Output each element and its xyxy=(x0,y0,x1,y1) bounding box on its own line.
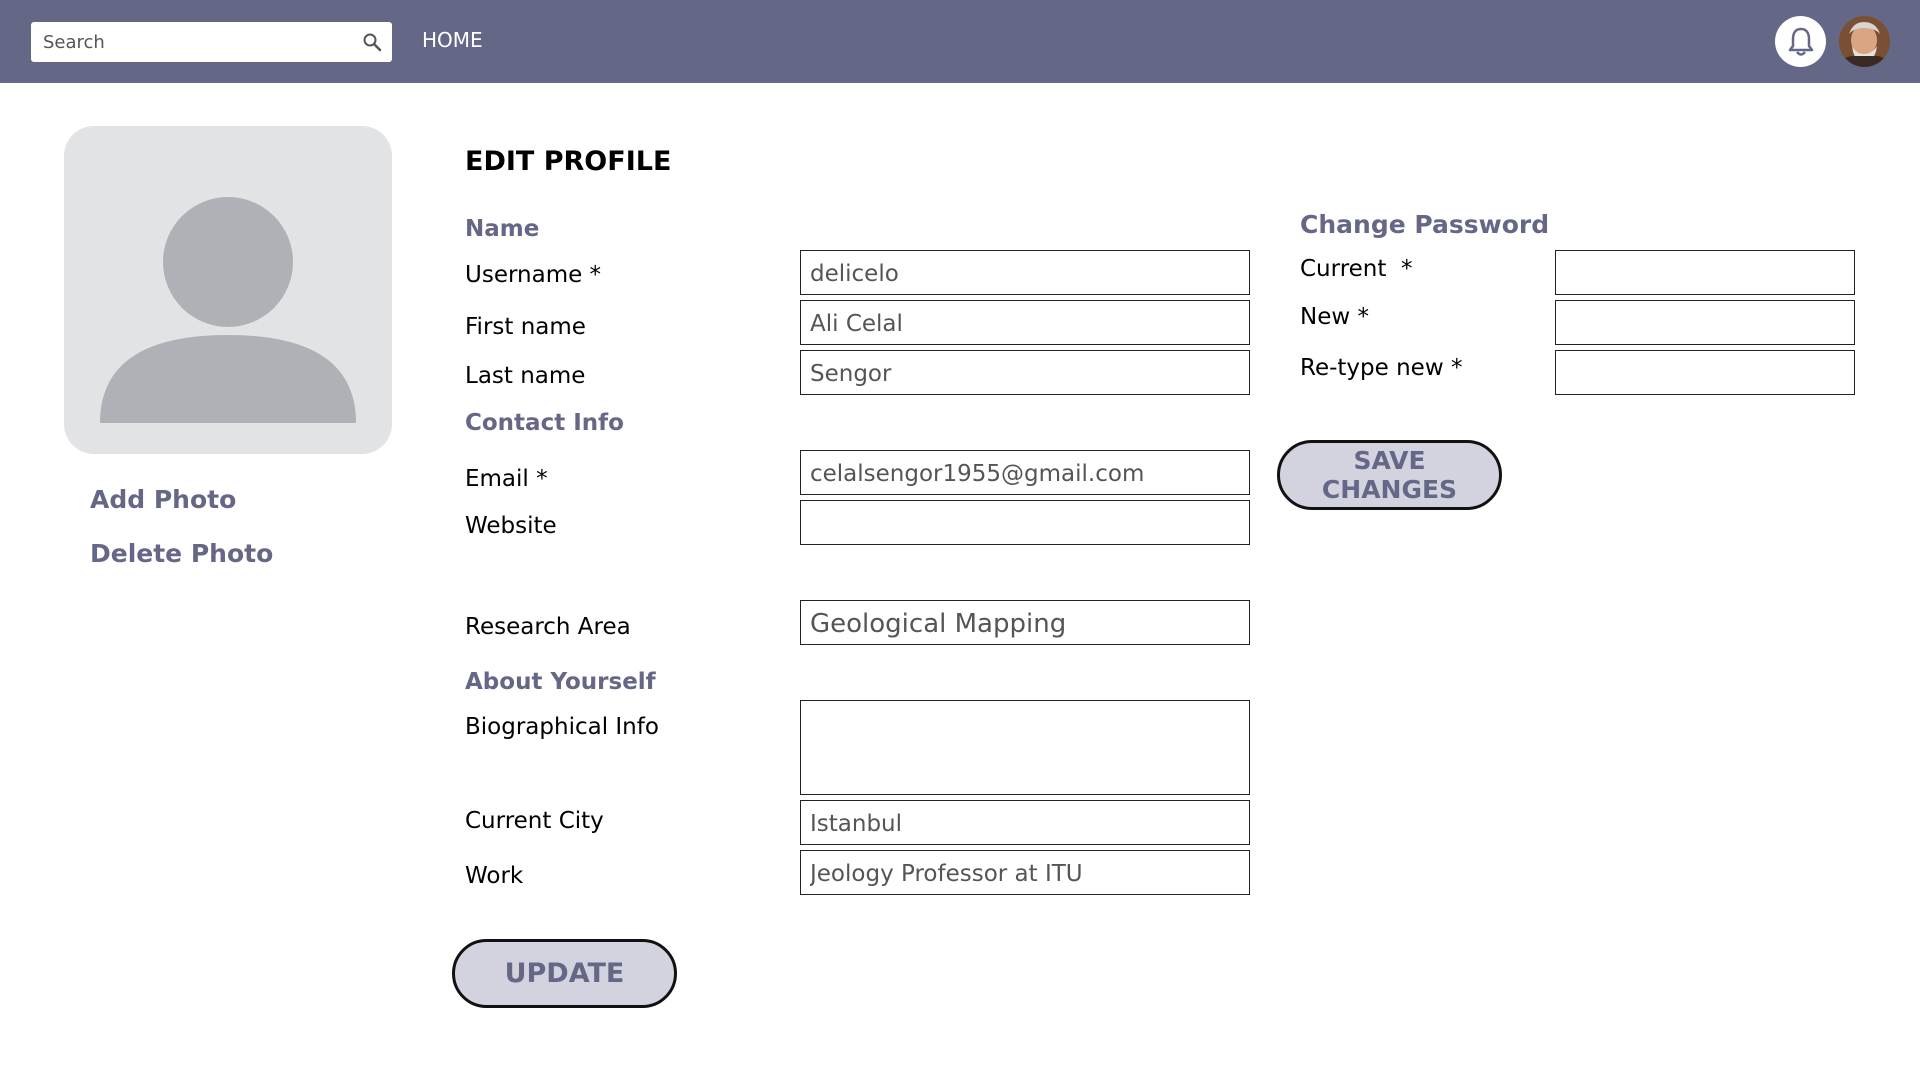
search-box xyxy=(31,22,392,62)
contact-info-heading: Contact Info xyxy=(465,410,624,436)
current-password-label: Current * xyxy=(1300,256,1413,282)
last-name-label: Last name xyxy=(465,363,586,389)
user-avatar-icon xyxy=(1839,16,1890,67)
profile-photo-placeholder xyxy=(64,126,392,454)
last-name-field[interactable] xyxy=(800,350,1250,395)
biographical-info-field[interactable] xyxy=(800,700,1250,795)
biographical-info-label: Biographical Info xyxy=(465,714,659,740)
top-navigation-bar: HOME xyxy=(0,0,1920,83)
name-section-heading: Name xyxy=(465,216,540,242)
first-name-field[interactable] xyxy=(800,300,1250,345)
email-label: Email * xyxy=(465,466,548,492)
username-label: Username * xyxy=(465,262,602,288)
current-city-label: Current City xyxy=(465,808,604,834)
bell-icon xyxy=(1788,27,1813,56)
current-password-field[interactable] xyxy=(1555,250,1855,295)
new-password-label: New * xyxy=(1300,304,1369,330)
work-label: Work xyxy=(465,863,524,889)
retype-password-field[interactable] xyxy=(1555,350,1855,395)
website-label: Website xyxy=(465,513,557,539)
update-button[interactable]: UPDATE xyxy=(452,939,677,1008)
search-icon[interactable] xyxy=(362,32,382,52)
page-title: EDIT PROFILE xyxy=(465,146,672,177)
home-link[interactable]: HOME xyxy=(422,28,483,52)
username-field[interactable] xyxy=(800,250,1250,295)
add-photo-link[interactable]: Add Photo xyxy=(90,485,236,514)
delete-photo-link[interactable]: Delete Photo xyxy=(90,539,273,568)
new-password-field[interactable] xyxy=(1555,300,1855,345)
search-input[interactable] xyxy=(31,22,351,62)
save-changes-button[interactable]: SAVE CHANGES xyxy=(1277,440,1502,510)
website-field[interactable] xyxy=(800,500,1250,545)
research-area-label: Research Area xyxy=(465,614,631,640)
retype-password-label: Re-type new * xyxy=(1300,355,1463,381)
user-avatar[interactable] xyxy=(1839,16,1890,67)
email-field[interactable] xyxy=(800,450,1250,495)
user-silhouette-icon xyxy=(100,197,356,423)
first-name-label: First name xyxy=(465,314,586,340)
change-password-heading: Change Password xyxy=(1300,210,1550,239)
current-city-field[interactable] xyxy=(800,800,1250,845)
notifications-button[interactable] xyxy=(1775,16,1826,67)
research-area-field[interactable] xyxy=(800,600,1250,645)
work-field[interactable] xyxy=(800,850,1250,895)
about-yourself-heading: About Yourself xyxy=(465,669,656,695)
